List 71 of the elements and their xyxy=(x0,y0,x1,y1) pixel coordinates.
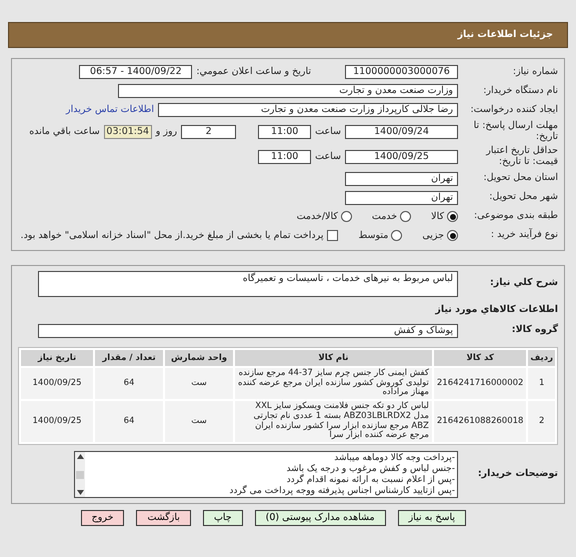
table-cell: 64 xyxy=(95,368,163,400)
option-label: خدمت xyxy=(372,210,398,222)
contact-link[interactable]: اطلاعات تماس خریدار xyxy=(66,104,154,116)
field-label: ایجاد کننده درخواست: xyxy=(469,104,558,116)
column-header: تعداد / مقدار xyxy=(95,350,163,366)
note-line: -جنس لباس و کفش مرغوب و درجه یک باشد xyxy=(285,464,455,474)
field-label: گروه کالا: xyxy=(510,325,558,336)
field-label: طبقه بندی موضوعی: xyxy=(472,211,558,222)
field-label: توضیحات خریدار: xyxy=(476,469,558,480)
note-line: -پس از اعلام نسبت به ارائه نمونه اقدام گردد xyxy=(286,475,455,486)
date-field: 1400/09/24 xyxy=(345,124,458,139)
field-label: نام دستگاه خریدار: xyxy=(482,86,558,96)
radio-button[interactable] xyxy=(400,211,412,222)
radio-button[interactable] xyxy=(447,230,458,242)
table-cell: 64 xyxy=(95,401,163,442)
field-label: مهلت ارسال پاسخ: تا تاریخ: xyxy=(472,121,558,143)
column-header: تاریخ نیاز xyxy=(21,350,93,366)
field-label: ساعت xyxy=(315,126,341,138)
scroll-thumb[interactable] xyxy=(76,470,84,479)
table-cell: 2164241716000002 xyxy=(434,368,526,400)
note-line: -پس ازتایید کارشناس اجناس پذیرفته ووجه پرداخت می گردد xyxy=(228,486,455,498)
checkbox[interactable] xyxy=(327,230,338,242)
table-cell: 2164261088260018 xyxy=(434,401,526,442)
action-button[interactable]: مشاهده مدارک پیوستی (0) xyxy=(254,510,386,526)
option-label: جزیی xyxy=(422,230,444,242)
column-header: واحد شمارش xyxy=(165,350,233,366)
option-label: کالا xyxy=(431,210,444,222)
field-label: شهر محل تحویل: xyxy=(488,192,558,204)
column-header: ردیف xyxy=(528,350,555,366)
table-cell: ست xyxy=(165,368,233,400)
table-cell: 2 xyxy=(528,401,555,442)
field-label: استان محل تحویل: xyxy=(482,173,558,184)
note-line: -پرداخت وجه کالا دوماهه میباشد xyxy=(333,453,455,464)
table-cell: 1400/09/25 xyxy=(21,401,93,442)
field-label: حداقل تاریخ اعتبار قیمت: تا تاریخ: xyxy=(484,146,558,168)
scroll-down-icon[interactable] xyxy=(76,490,84,496)
table-cell: کفش ایمنی کار جنس چرم سایز 37-44 مرجع سازنده تولیدی کوروش کشور سازنده ایران مرجع عرضه کننده مهناز مراداده xyxy=(235,368,432,400)
action-button[interactable]: بازگشت xyxy=(136,510,191,526)
field-label: نوع فرآیند خرید : xyxy=(490,230,558,242)
option-label: کالا/خدمت xyxy=(296,210,338,222)
field-label: شرح کلي نیاز: xyxy=(488,278,558,290)
table-cell: 1400/09/25 xyxy=(21,368,93,400)
radio-button[interactable] xyxy=(391,230,402,242)
column-header: نام کالا xyxy=(235,350,432,366)
column-header: کد کالا xyxy=(434,350,526,366)
field-label: ساعت باقي مانده xyxy=(29,126,100,138)
field-label: شماره نیاز: xyxy=(512,66,558,78)
table-cell: 1 xyxy=(528,368,555,400)
countdown-field: 03:01:54 xyxy=(104,124,152,139)
time-field: 11:00 xyxy=(258,150,312,164)
description-field: لباس مربوط به نیرهای خدمات ، تاسیسات و تعمیرگاه xyxy=(38,270,458,297)
time-field: 11:00 xyxy=(258,124,312,139)
table-cell: ست xyxy=(165,401,233,442)
action-button[interactable]: چاپ xyxy=(202,510,243,526)
scroll-up-icon[interactable] xyxy=(76,454,84,460)
action-button[interactable]: خروج xyxy=(80,510,124,526)
checkbox-label: پرداخت تمام یا بخشی از مبلغ خرید.از محل "اسناد خزانه اسلامی" خواهد بود. xyxy=(20,230,324,242)
action-button[interactable]: پاسخ به نیاز xyxy=(398,510,466,526)
table-cell: لباس کار دو تکه جنس فلامنت ویسکوز سایز XXL مدل ABZ03LBLRDX2 بسته 1 عددی نام تجارتی ABZ مرجع سازنده ابزار سرا کشور سازنده ایران مرجع عرضه کننده ابزار سرا xyxy=(235,401,432,442)
field-label: روز و xyxy=(156,126,178,138)
date-field: 1400/09/25 xyxy=(345,150,458,164)
notes-box[interactable]: -پرداخت وجه کالا دوماهه میباشد -جنس لباس و کفش مرغوب و درجه یک باشد -پس از اعلام نسبت به ارائه نمونه اقدام گردد -پس ازتایید کارشناس اجناس پذیرفته ووجه پرداخت می گردد xyxy=(74,451,458,498)
scrollbar[interactable] xyxy=(75,452,85,498)
radio-button[interactable] xyxy=(447,211,458,222)
days-field: 2 xyxy=(181,124,236,139)
field-label: تاریخ و ساعت اعلان عمومي: xyxy=(196,66,311,78)
field-label: ساعت xyxy=(315,151,341,162)
radio-button[interactable] xyxy=(340,211,352,222)
header-title: جزئیات اطلاعات نیاز xyxy=(458,29,553,41)
section-title: اطلاعات کالاهاي مورد نیاز xyxy=(435,304,558,316)
option-label: متوسط xyxy=(358,230,388,242)
